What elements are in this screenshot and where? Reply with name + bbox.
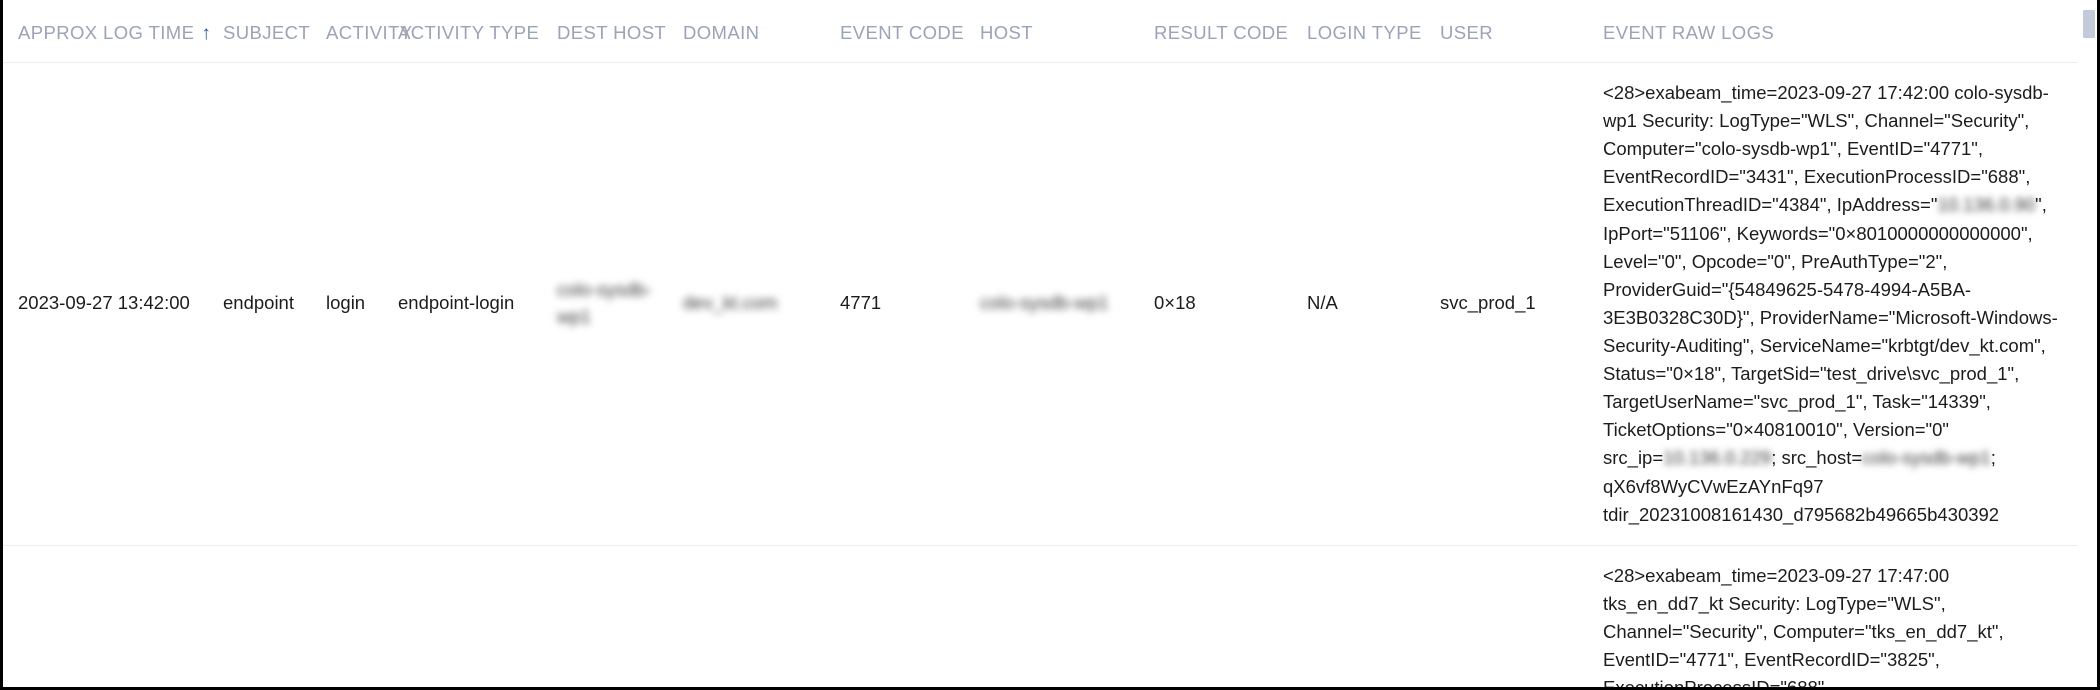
vertical-scrollbar-thumb[interactable]: [2083, 10, 2095, 38]
event-log-table-panel: APPROX LOG TIME ↑ SUBJECT ACTIVITY ACTIVITY …: [0, 0, 2100, 690]
raw-log-redacted-segment: 10.136.0.90: [1937, 194, 2036, 216]
raw-log-segment: ", IpPort="51106", Keywords="0×801000000…: [1603, 194, 2058, 469]
column-header-event-raw-logs[interactable]: EVENT RAW LOGS: [1603, 0, 2078, 63]
column-header-approx-log-time[interactable]: APPROX LOG TIME ↑: [3, 0, 223, 63]
cell-approx-log-time: 2023-09-27 13:47:00: [3, 545, 223, 687]
event-raw-log-text: <28>exabeam_time=2023-09-27 17:42:00 col…: [1603, 79, 2078, 529]
event-log-table: APPROX LOG TIME ↑ SUBJECT ACTIVITY ACTIVITY …: [3, 0, 2078, 690]
cell-subject: endpoint: [223, 63, 326, 546]
cell-result-code-value: 0×18: [1154, 292, 1196, 314]
column-header-label: RESULT CODE: [1154, 22, 1289, 43]
column-header-label: EVENT RAW LOGS: [1603, 22, 1775, 43]
column-header-label: DEST HOST: [557, 22, 667, 43]
cell-user: svc_sp_admin: [1440, 545, 1603, 687]
column-header-label: SUBJECT: [223, 22, 311, 43]
cell-approx-log-time: 2023-09-27 13:42:00: [3, 63, 223, 546]
cell-activity: login: [326, 63, 398, 546]
column-header-activity-type[interactable]: ACTIVITY TYPE: [398, 0, 557, 63]
cell-activity-type-value: endpoint-login: [398, 292, 515, 314]
table-row[interactable]: 2023-09-27 13:47:00endpointloginendpoint…: [3, 545, 2078, 690]
table-row[interactable]: 2023-09-27 13:42:00 endpoint login endpoint…: [3, 63, 2078, 546]
raw-log-redacted-segment: 10.136.0.229: [1663, 447, 1772, 469]
column-header-inner: USER: [1440, 22, 1493, 44]
column-header-domain[interactable]: DOMAIN: [683, 0, 840, 63]
cell-domain: dev_kt.com: [683, 63, 840, 546]
cell-host: colo-sysdb-wp1: [980, 63, 1154, 546]
cell-dest-host-redacted-value: colo-sysdb-wp1: [557, 279, 652, 327]
table-header-row: APPROX LOG TIME ↑ SUBJECT ACTIVITY ACTIVITY …: [3, 0, 2078, 63]
cell-result-code: 0×18: [1154, 545, 1307, 687]
cell-subject-value: endpoint: [223, 292, 294, 314]
column-header-user[interactable]: USER: [1440, 0, 1603, 63]
cell-host-redacted-value: colo-sysdb-wp1: [980, 292, 1109, 314]
cell-host: tks_en_dd7_kt: [980, 545, 1154, 687]
cell-activity-type: endpoint-login: [398, 63, 557, 546]
cell-event-raw-logs: <28>exabeam_time=2023-09-27 17:47:00 tks…: [1603, 545, 2078, 690]
cell-login-type: N/A: [1307, 545, 1440, 687]
column-header-inner: LOGIN TYPE: [1307, 22, 1422, 44]
column-header-inner: DOMAIN: [683, 22, 759, 44]
column-header-label: USER: [1440, 22, 1493, 43]
column-header-subject[interactable]: SUBJECT: [223, 0, 326, 63]
column-header-inner: HOST: [980, 22, 1033, 44]
column-header-inner: SUBJECT: [223, 22, 310, 44]
column-header-event-code[interactable]: EVENT CODE: [840, 0, 980, 63]
column-header-dest-host[interactable]: DEST HOST: [557, 0, 683, 63]
column-header-label: DOMAIN: [683, 22, 760, 43]
raw-log-segment: ; src_host=: [1771, 447, 1863, 469]
table-body: 2023-09-27 13:42:00 endpoint login endpoint…: [3, 63, 2078, 690]
column-header-activity[interactable]: ACTIVITY: [326, 0, 412, 63]
cell-login-type: N/A: [1307, 63, 1440, 546]
cell-activity-value: login: [326, 292, 366, 314]
column-header-login-type[interactable]: LOGIN TYPE: [1307, 0, 1440, 63]
column-header-inner: EVENT CODE: [840, 22, 964, 44]
cell-domain-redacted-value: dev_kt.com: [683, 292, 778, 314]
column-header-label: EVENT CODE: [840, 22, 964, 43]
table-header: APPROX LOG TIME ↑ SUBJECT ACTIVITY ACTIVITY …: [3, 0, 2078, 63]
cell-event-raw-logs: <28>exabeam_time=2023-09-27 17:42:00 col…: [1603, 63, 2078, 546]
column-header-label: HOST: [980, 22, 1033, 43]
cell-event-code: 4771: [840, 545, 980, 687]
raw-log-redacted-segment: colo-sysdb-wp1: [1862, 447, 1991, 469]
cell-dest-host: tks_en_dd7_kt: [557, 545, 683, 687]
raw-log-segment: <28>exabeam_time=2023-09-27 17:47:00 tks…: [1603, 564, 2004, 690]
column-header-label: LOGIN TYPE: [1307, 22, 1422, 43]
column-header-inner: DEST HOST: [557, 22, 666, 44]
cell-activity: login: [326, 545, 398, 687]
column-header-label: APPROX LOG TIME: [18, 22, 195, 43]
cell-user-value: svc_prod_1: [1440, 292, 1536, 314]
cell-event-code: 4771: [840, 63, 980, 546]
column-header-inner: RESULT CODE: [1154, 22, 1288, 44]
column-header-host[interactable]: HOST: [980, 0, 1154, 63]
column-header-inner: EVENT RAW LOGS: [1603, 22, 1774, 44]
arrow-up-icon[interactable]: ↑: [201, 24, 211, 43]
column-header-inner: ACTIVITY TYPE: [398, 22, 539, 44]
column-header-result-code[interactable]: RESULT CODE: [1154, 0, 1307, 63]
cell-result-code: 0×18: [1154, 63, 1307, 546]
cell-dest-host: colo-sysdb-wp1: [557, 63, 683, 546]
cell-domain: gcloud.com: [683, 545, 840, 687]
vertical-scrollbar[interactable]: [2081, 0, 2097, 687]
cell-activity-type: endpoint-login: [398, 545, 557, 687]
event-raw-log-text: <28>exabeam_time=2023-09-27 17:47:00 tks…: [1603, 562, 2078, 690]
cell-approx-log-time-value: 2023-09-27 13:42:00: [18, 292, 190, 314]
column-header-label: ACTIVITY TYPE: [398, 22, 540, 43]
cell-event-code-value: 4771: [840, 292, 882, 314]
column-header-inner: APPROX LOG TIME ↑: [18, 22, 211, 44]
cell-user: svc_prod_1: [1440, 63, 1603, 546]
cell-login-type-value: N/A: [1307, 292, 1338, 314]
cell-subject: endpoint: [223, 545, 326, 687]
